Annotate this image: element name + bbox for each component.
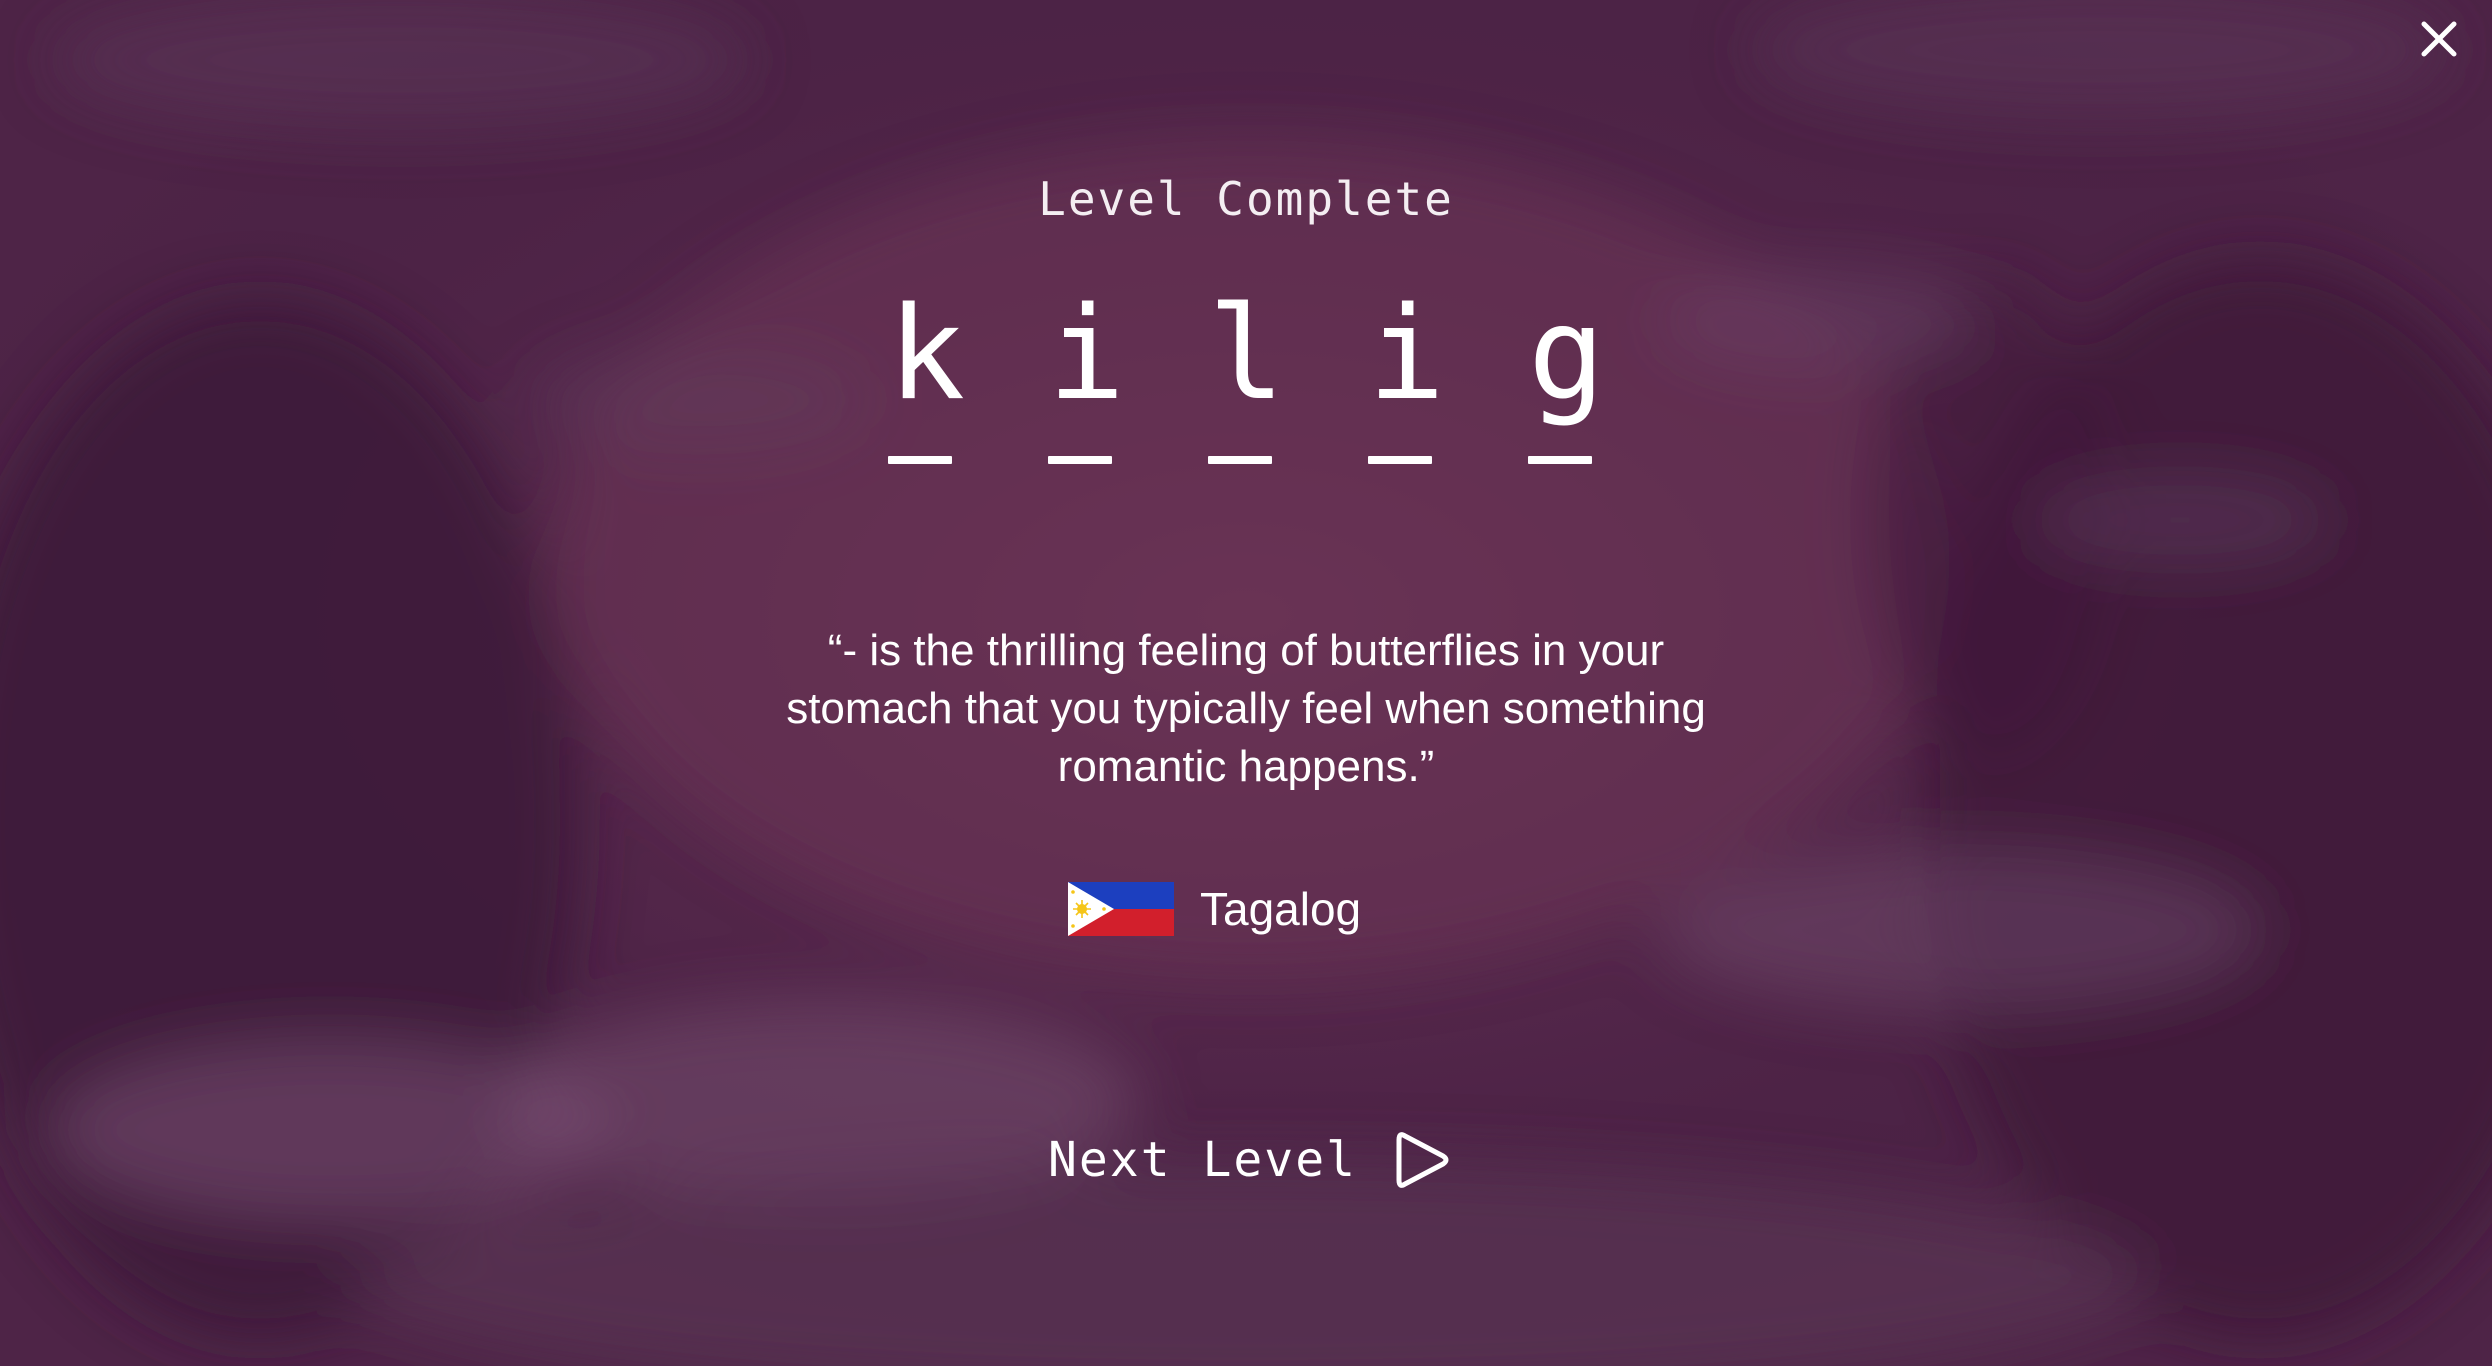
language-name: Tagalog [1200,883,1362,935]
letter-slot: k [888,280,966,470]
letter-underline [888,456,952,464]
play-icon [1396,1132,1449,1188]
letter-slot: i [1368,280,1446,470]
close-icon [2421,21,2457,57]
letter-underline [1208,456,1272,464]
letter-underline [1048,456,1112,464]
philippines-flag-icon [1068,882,1174,936]
close-button[interactable] [2414,14,2464,64]
language-tag: Tagalog [1068,882,1361,936]
letter-slot: i [1048,280,1126,470]
letter-underline [1368,456,1432,464]
next-level-button[interactable]: Next Level [1048,1128,1453,1192]
word-definition: “- is the thrilling feeling of butterfli… [786,626,1706,791]
word-letter: l [1208,280,1286,429]
level-complete-title: Level Complete [1038,172,1454,226]
next-level-label: Next Level [1048,1132,1357,1188]
word-letter: i [1048,280,1126,429]
letter-underline [1528,456,1592,464]
word-letter: i [1368,280,1446,429]
word-letter: g [1528,280,1606,429]
letter-slot: l [1208,280,1286,470]
letter-slot: g [1528,280,1606,470]
word-letter: k [888,280,966,429]
solved-word: k i l i g [888,280,1606,470]
